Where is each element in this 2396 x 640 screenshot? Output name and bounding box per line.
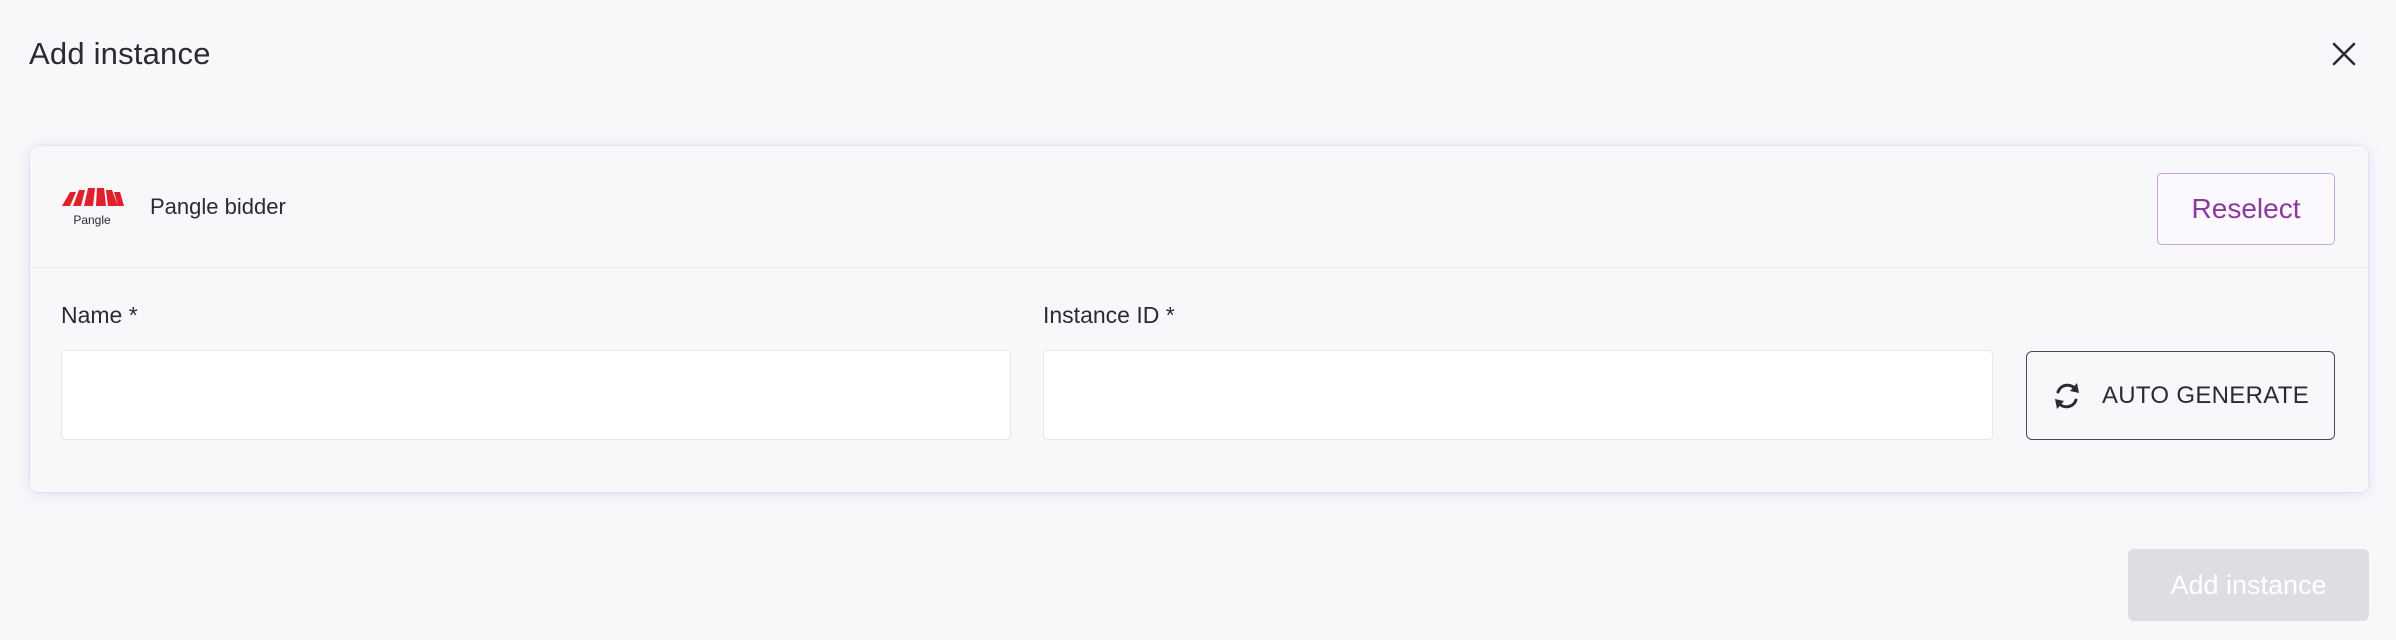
pangle-logo: Pangle: [62, 188, 124, 227]
dialog-header: Add instance: [0, 0, 2396, 108]
reselect-button[interactable]: Reselect: [2157, 173, 2335, 245]
refresh-icon: [2054, 382, 2079, 409]
auto-generate-label: AUTO GENERATE: [2101, 381, 2310, 409]
instance-id-label: Instance ID *: [1043, 302, 1175, 328]
auto-generate-button[interactable]: AUTO GENERATE: [2026, 351, 2335, 440]
instance-card: Pangle Pangle bidder Reselect Name * Ins…: [30, 146, 2368, 492]
logo-text: Pangle: [73, 213, 111, 227]
add-instance-button[interactable]: Add instance: [2128, 549, 2369, 621]
name-input[interactable]: [61, 350, 1011, 440]
close-icon: [2332, 42, 2356, 66]
close-button[interactable]: [2321, 31, 2367, 77]
add-instance-dialog: Add instance Pangle Pangle bidder Resele…: [0, 0, 2396, 640]
provider-name: Pangle bidder: [150, 194, 286, 219]
dialog-title: Add instance: [29, 36, 211, 71]
instance-id-input[interactable]: [1043, 350, 1993, 440]
provider-row: Pangle Pangle bidder Reselect: [30, 146, 2368, 268]
name-label: Name *: [61, 302, 138, 328]
